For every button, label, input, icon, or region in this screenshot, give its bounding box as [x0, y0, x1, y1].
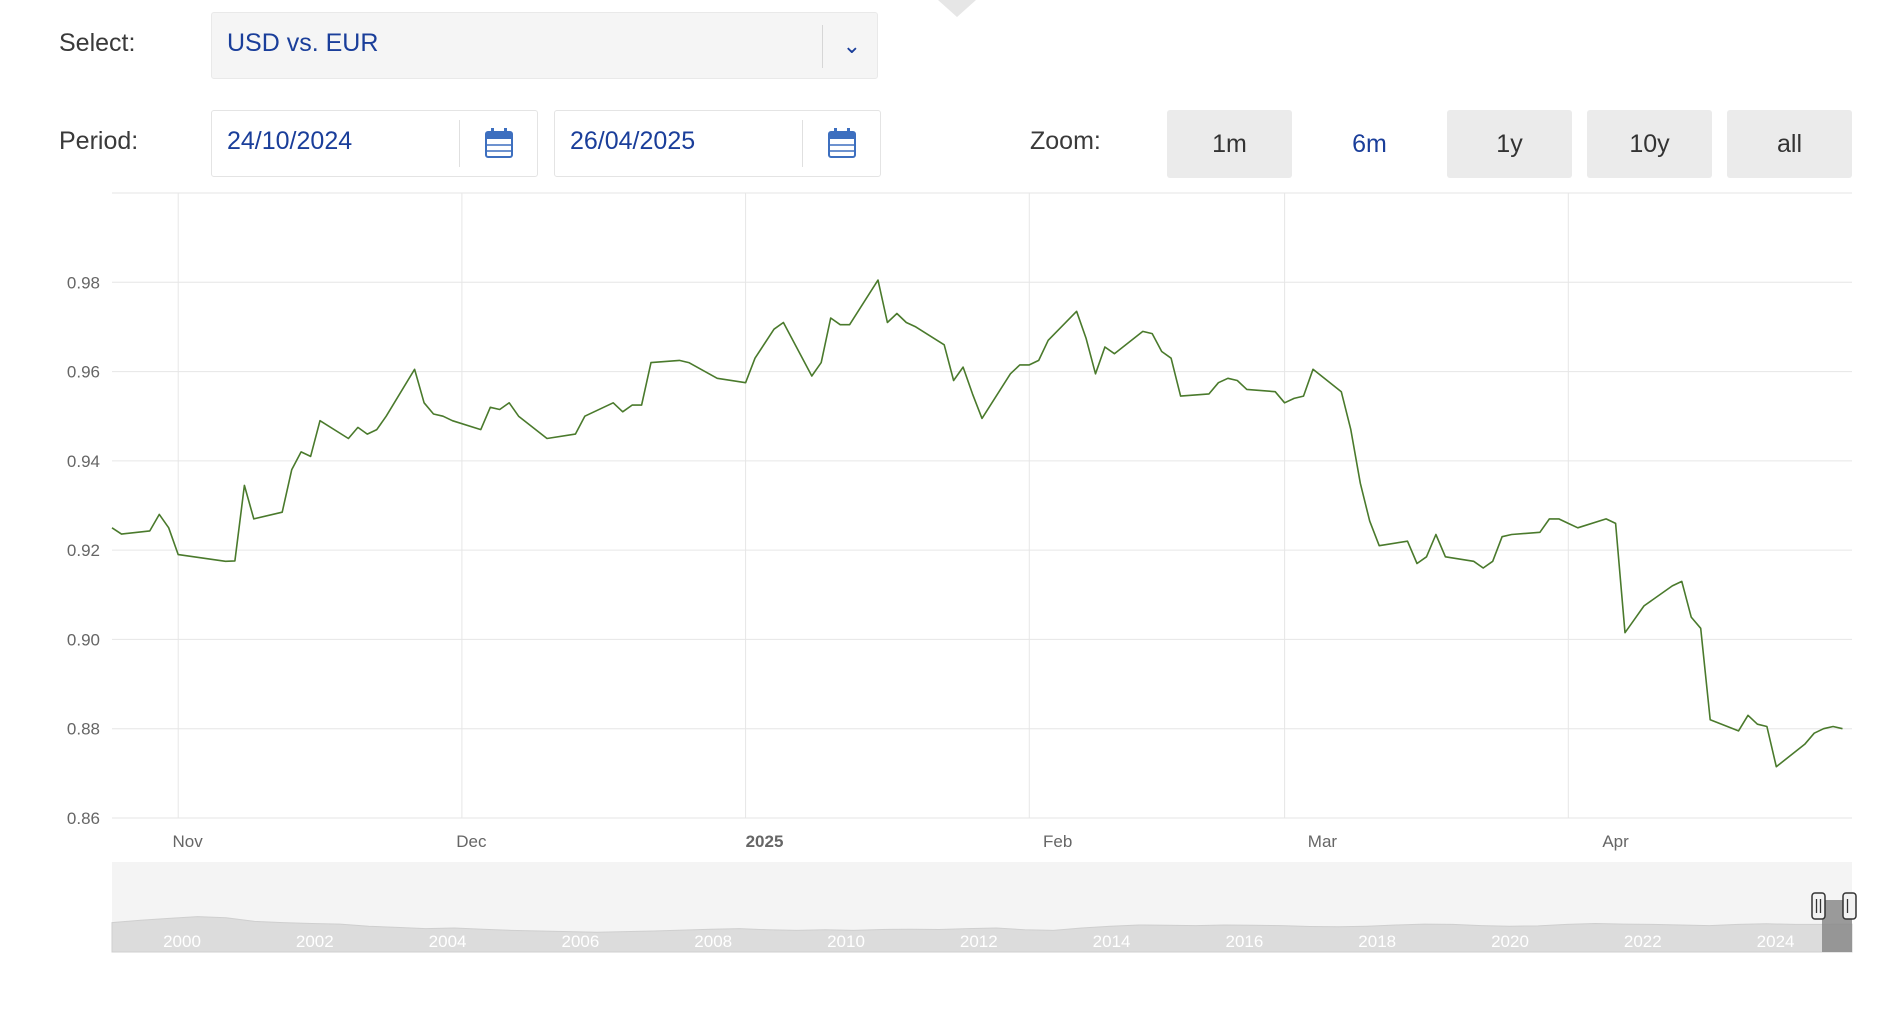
navigator-tick-label: 2014 — [1093, 932, 1131, 951]
y-tick-label: 0.90 — [67, 630, 100, 649]
y-tick-label: 0.92 — [67, 541, 100, 560]
x-tick-label: Apr — [1602, 832, 1629, 851]
navigator-left-handle[interactable] — [1811, 892, 1826, 920]
navigator-right-handle[interactable] — [1842, 892, 1857, 920]
navigator-tick-label: 2004 — [429, 932, 467, 951]
navigator-tick-label: 2000 — [163, 932, 201, 951]
x-tick-label: Dec — [456, 832, 487, 851]
y-tick-label: 0.96 — [67, 363, 100, 382]
navigator-tick-label: 2006 — [561, 932, 599, 951]
usd-eur-series-line — [111, 279, 1843, 768]
navigator-tick-label: 2010 — [827, 932, 865, 951]
x-tick-label: Mar — [1308, 832, 1338, 851]
y-tick-label: 0.86 — [67, 809, 100, 828]
x-tick-label: Nov — [173, 832, 204, 851]
y-tick-label: 0.98 — [67, 273, 100, 292]
y-tick-label: 0.94 — [67, 452, 100, 471]
x-tick-label: 2025 — [746, 832, 784, 851]
navigator-tick-label: 2020 — [1491, 932, 1529, 951]
navigator-tick-label: 2002 — [296, 932, 334, 951]
navigator-tick-label: 2022 — [1624, 932, 1662, 951]
x-tick-label: Feb — [1043, 832, 1072, 851]
exchange-rate-chart[interactable]: 0.86 0.88 0.90 0.92 0.94 0.96 0.98 Nov Dec 2025 Fe… — [0, 0, 1898, 1010]
navigator-tick-label: 2016 — [1225, 932, 1263, 951]
navigator-tick-label: 2008 — [694, 932, 732, 951]
navigator-tick-label: 2024 — [1757, 932, 1795, 951]
navigator-tick-label: 2012 — [960, 932, 998, 951]
navigator-tick-label: 2018 — [1358, 932, 1396, 951]
y-tick-label: 0.88 — [67, 720, 100, 739]
